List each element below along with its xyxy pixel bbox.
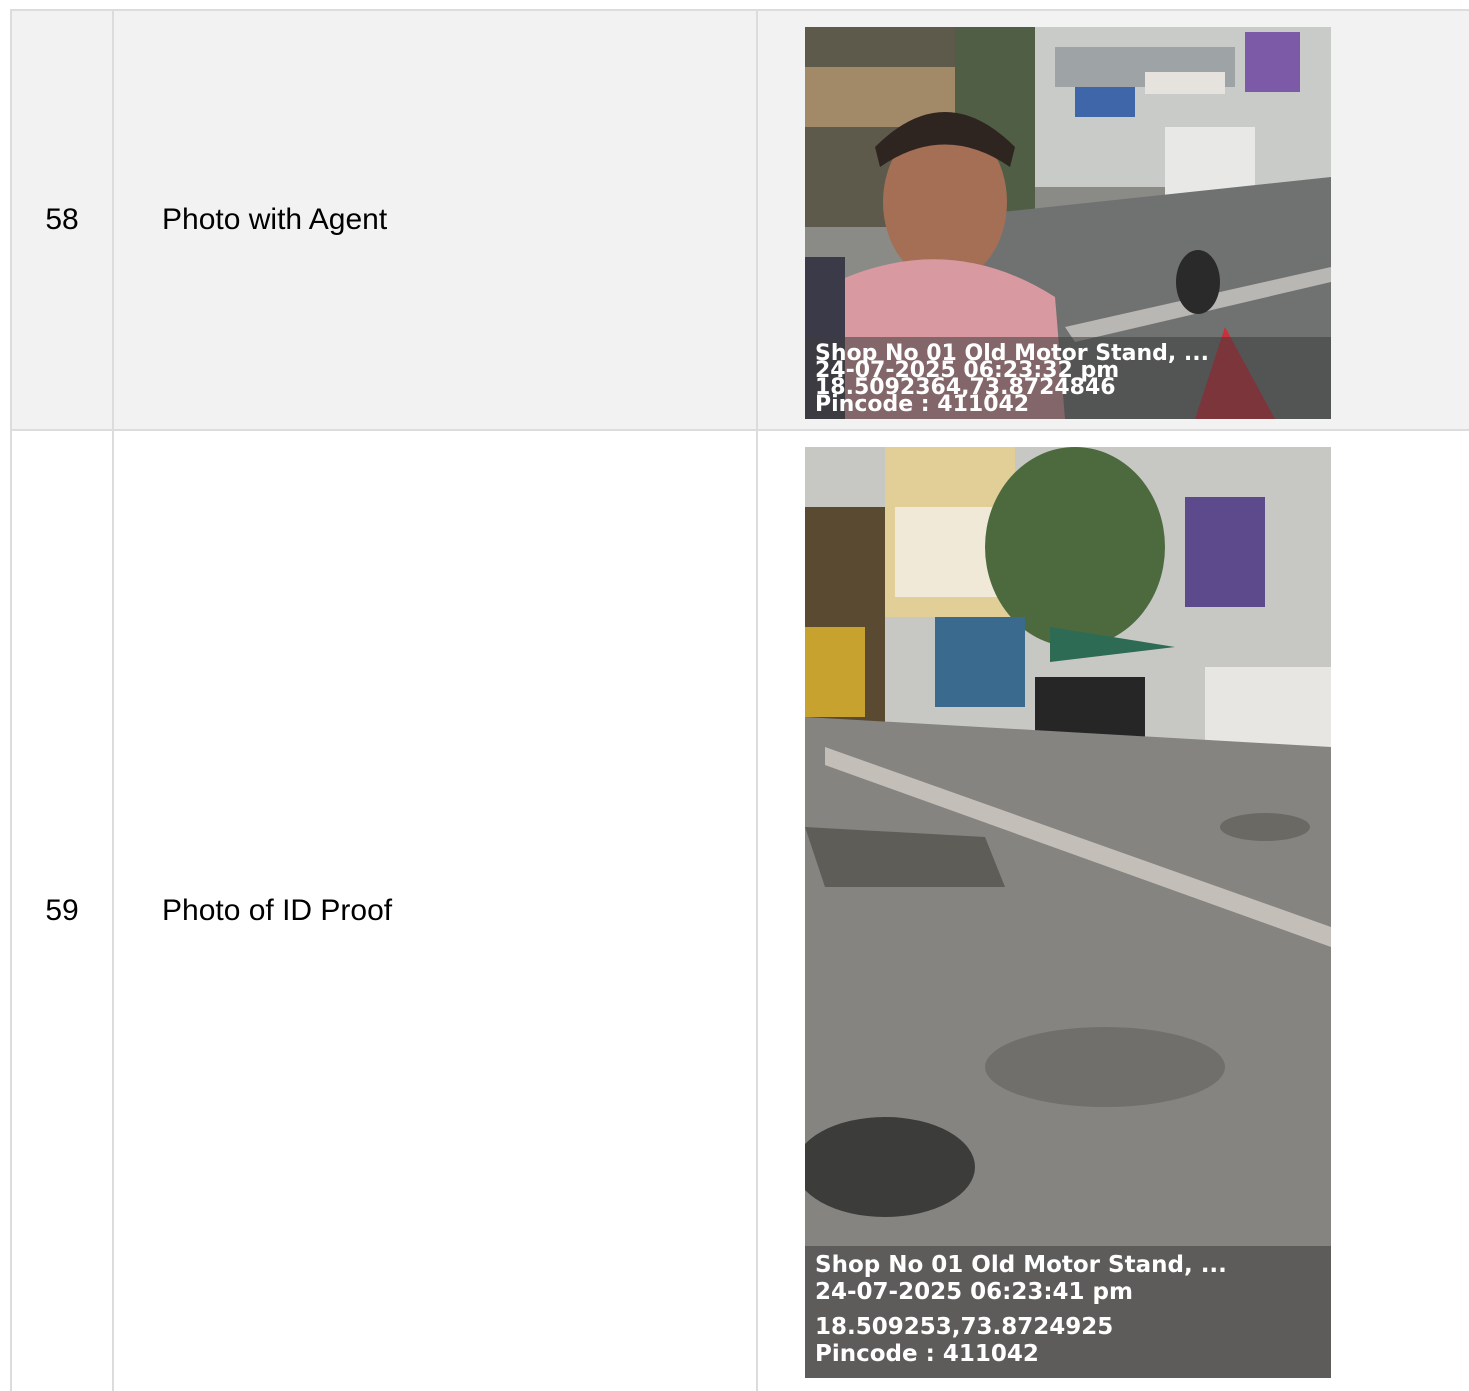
photo-cell: Shop No 01 Old Motor Stand, ... 24-07-20…: [756, 11, 1469, 429]
id-proof-photo[interactable]: Shop No 01 Old Motor Stand, ... 24-07-20…: [805, 447, 1331, 1378]
overlay-address: Shop No 01 Old Motor Stand, ...: [815, 1252, 1227, 1278]
table-row: 58 Photo with Agent Shop No 01 Old Motor…: [10, 9, 1469, 431]
photo-cell: Shop No 01 Old Motor Stand, ... 24-07-20…: [756, 431, 1469, 1391]
photo-metadata-overlay: Shop No 01 Old Motor Stand, ... 24-07-20…: [805, 337, 1331, 419]
row-number: 58: [10, 11, 112, 429]
table-row: 59 Photo of ID Proof Shop No 01 Old Moto…: [10, 431, 1469, 1391]
agent-selfie-photo[interactable]: Shop No 01 Old Motor Stand, ... 24-07-20…: [805, 27, 1331, 419]
street-image: [805, 447, 1331, 1378]
row-label: Photo of ID Proof: [112, 431, 756, 1391]
overlay-pincode: Pincode : 411042: [815, 1341, 1039, 1367]
photo-metadata-overlay: Shop No 01 Old Motor Stand, ... 24-07-20…: [805, 1246, 1331, 1378]
overlay-datetime: 24-07-2025 06:23:41 pm: [815, 1279, 1133, 1305]
overlay-coordinates: 18.509253,73.8724925: [815, 1314, 1114, 1340]
row-number: 59: [10, 431, 112, 1391]
row-label: Photo with Agent: [112, 11, 756, 429]
